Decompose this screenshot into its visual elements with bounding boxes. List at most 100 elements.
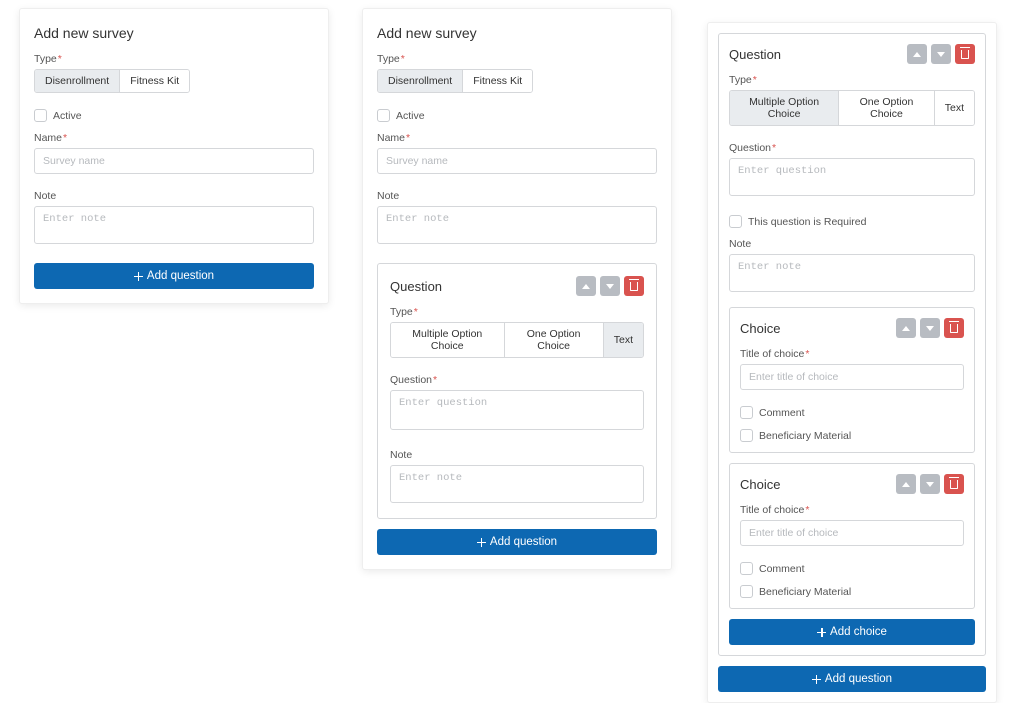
delete-button[interactable]: [624, 276, 644, 296]
arrow-up-icon: [582, 284, 590, 289]
type-option-disenrollment[interactable]: Disenrollment: [35, 70, 120, 92]
arrow-up-icon: [913, 52, 921, 57]
choice-card-title: Choice: [740, 477, 780, 492]
type-option-fitness-kit[interactable]: Fitness Kit: [463, 70, 532, 92]
question-input[interactable]: [729, 158, 975, 196]
question-note-label: Note: [390, 449, 644, 461]
arrow-up-icon: [902, 326, 910, 331]
survey-panel-3: Question Type* Multiple Option Choice On…: [707, 22, 997, 703]
checkbox-icon: [740, 406, 753, 419]
checkbox-icon: [729, 215, 742, 228]
add-question-label: Add question: [490, 536, 557, 548]
question-input[interactable]: [390, 390, 644, 430]
page-title: Add new survey: [34, 25, 314, 41]
add-choice-label: Add choice: [830, 626, 887, 638]
comment-label: Comment: [759, 563, 805, 575]
move-up-button[interactable]: [896, 474, 916, 494]
arrow-up-icon: [902, 482, 910, 487]
move-down-button[interactable]: [931, 44, 951, 64]
question-card: Question Type* Multiple Option Choice On…: [377, 263, 657, 519]
choice-card: Choice Title of choice* Comment: [729, 307, 975, 453]
name-label: Name*: [377, 132, 657, 144]
plus-icon: [477, 538, 486, 547]
required-label: This question is Required: [748, 216, 866, 228]
beneficiary-checkbox-row[interactable]: Beneficiary Material: [740, 429, 964, 442]
qtype-option-text[interactable]: Text: [604, 323, 643, 357]
question-type-label: Type*: [729, 74, 975, 86]
choice-title-input[interactable]: [740, 364, 964, 390]
add-question-button[interactable]: Add question: [718, 666, 986, 692]
question-note-input[interactable]: [390, 465, 644, 503]
name-input[interactable]: [34, 148, 314, 174]
required-checkbox-row[interactable]: This question is Required: [729, 215, 975, 228]
beneficiary-label: Beneficiary Material: [759, 430, 851, 442]
page-title: Add new survey: [377, 25, 657, 41]
checkbox-icon: [377, 109, 390, 122]
trash-icon: [950, 480, 958, 489]
choice-card: Choice Title of choice* Comment: [729, 463, 975, 609]
choice-title-input[interactable]: [740, 520, 964, 546]
checkbox-icon: [740, 585, 753, 598]
move-down-button[interactable]: [920, 318, 940, 338]
survey-panel-2: Add new survey Type* Disenrollment Fitne…: [362, 8, 672, 570]
survey-panel-1: Add new survey Type* Disenrollment Fitne…: [19, 8, 329, 304]
delete-button[interactable]: [944, 318, 964, 338]
move-down-button[interactable]: [920, 474, 940, 494]
beneficiary-checkbox-row[interactable]: Beneficiary Material: [740, 585, 964, 598]
delete-button[interactable]: [955, 44, 975, 64]
comment-checkbox-row[interactable]: Comment: [740, 562, 964, 575]
comment-checkbox-row[interactable]: Comment: [740, 406, 964, 419]
note-label: Note: [377, 190, 657, 202]
add-choice-button[interactable]: Add choice: [729, 619, 975, 645]
move-up-button[interactable]: [907, 44, 927, 64]
choice-card-title: Choice: [740, 321, 780, 336]
arrow-down-icon: [926, 326, 934, 331]
arrow-down-icon: [937, 52, 945, 57]
question-note-label: Note: [729, 238, 975, 250]
choice-title-label: Title of choice*: [740, 504, 964, 516]
name-label: Name*: [34, 132, 314, 144]
arrow-down-icon: [926, 482, 934, 487]
delete-button[interactable]: [944, 474, 964, 494]
add-question-label: Add question: [147, 270, 214, 282]
active-label: Active: [53, 110, 82, 122]
qtype-option-one[interactable]: One Option Choice: [505, 323, 604, 357]
add-question-button[interactable]: Add question: [34, 263, 314, 289]
name-input[interactable]: [377, 148, 657, 174]
question-type-segmented: Multiple Option Choice One Option Choice…: [390, 322, 644, 358]
move-down-button[interactable]: [600, 276, 620, 296]
add-question-button[interactable]: Add question: [377, 529, 657, 555]
type-option-fitness-kit[interactable]: Fitness Kit: [120, 70, 189, 92]
type-segmented: Disenrollment Fitness Kit: [34, 69, 190, 93]
type-label: Type*: [377, 53, 657, 65]
move-up-button[interactable]: [576, 276, 596, 296]
question-note-input[interactable]: [729, 254, 975, 292]
trash-icon: [961, 50, 969, 59]
checkbox-icon: [34, 109, 47, 122]
note-input[interactable]: [377, 206, 657, 244]
note-label: Note: [34, 190, 314, 202]
question-type-segmented: Multiple Option Choice One Option Choice…: [729, 90, 975, 126]
choice-title-label: Title of choice*: [740, 348, 964, 360]
note-input[interactable]: [34, 206, 314, 244]
active-label: Active: [396, 110, 425, 122]
qtype-option-multiple[interactable]: Multiple Option Choice: [730, 91, 839, 125]
arrow-down-icon: [606, 284, 614, 289]
type-option-disenrollment[interactable]: Disenrollment: [378, 70, 463, 92]
plus-icon: [817, 628, 826, 637]
plus-icon: [134, 272, 143, 281]
move-up-button[interactable]: [896, 318, 916, 338]
qtype-option-one[interactable]: One Option Choice: [839, 91, 935, 125]
plus-icon: [812, 675, 821, 684]
comment-label: Comment: [759, 407, 805, 419]
qtype-option-multiple[interactable]: Multiple Option Choice: [391, 323, 505, 357]
active-checkbox-row[interactable]: Active: [377, 109, 657, 122]
qtype-option-text[interactable]: Text: [935, 91, 974, 125]
add-question-label: Add question: [825, 673, 892, 685]
trash-icon: [630, 282, 638, 291]
question-card: Question Type* Multiple Option Choice On…: [718, 33, 986, 656]
question-label: Question*: [390, 374, 644, 386]
trash-icon: [950, 324, 958, 333]
active-checkbox-row[interactable]: Active: [34, 109, 314, 122]
checkbox-icon: [740, 562, 753, 575]
